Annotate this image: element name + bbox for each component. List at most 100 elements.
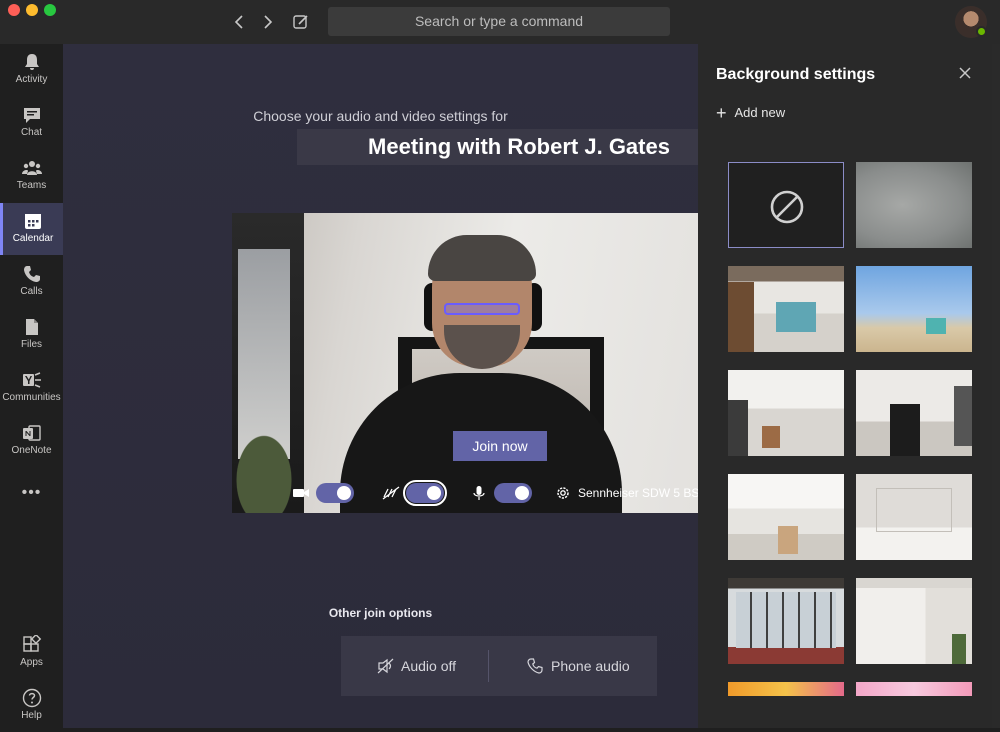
title-bar: Search or type a command bbox=[0, 0, 1000, 44]
rail-item-label: Help bbox=[21, 710, 42, 721]
window-minimize-button[interactable] bbox=[26, 4, 38, 16]
phone-audio-label: Phone audio bbox=[551, 658, 630, 674]
phone-audio-button[interactable]: Phone audio bbox=[527, 636, 630, 696]
background-blur-toggle[interactable] bbox=[403, 480, 447, 506]
rail-item-label: Apps bbox=[20, 657, 43, 668]
rail-item-label: Calls bbox=[20, 286, 43, 297]
yammer-icon bbox=[22, 372, 41, 388]
room-stairs bbox=[778, 526, 798, 554]
background-tile-loft-2[interactable] bbox=[856, 578, 972, 664]
microphone-icon bbox=[470, 485, 488, 501]
background-tile-white-room-4[interactable] bbox=[856, 474, 972, 560]
background-tile-white-room-3[interactable] bbox=[728, 474, 844, 560]
gear-icon[interactable] bbox=[554, 485, 572, 501]
background-tile-office[interactable] bbox=[728, 266, 844, 352]
add-new-label: Add new bbox=[734, 105, 786, 120]
loft-plant bbox=[952, 634, 966, 664]
presence-badge bbox=[976, 26, 987, 37]
file-icon bbox=[25, 319, 38, 335]
background-tile-beach[interactable] bbox=[856, 266, 972, 352]
teams-icon bbox=[21, 161, 42, 175]
office-lockers bbox=[776, 302, 816, 332]
chat-icon bbox=[23, 108, 40, 123]
chevron-left-icon bbox=[234, 15, 243, 29]
room-alcove bbox=[876, 488, 952, 532]
rail-item-calendar[interactable]: Calendar bbox=[0, 203, 63, 255]
bell-icon bbox=[24, 54, 39, 70]
phone-icon bbox=[23, 266, 40, 282]
office-door bbox=[728, 282, 754, 352]
rail-item-label: Activity bbox=[15, 74, 48, 85]
rail-item-files[interactable]: Files bbox=[0, 309, 63, 361]
background-settings-panel: Background settings + Add new bbox=[698, 44, 1000, 728]
rail-item-apps[interactable]: Apps bbox=[0, 627, 63, 679]
window-zoom-button[interactable] bbox=[44, 4, 56, 16]
microphone-toggle[interactable] bbox=[494, 483, 532, 503]
background-tile-balloons-2[interactable] bbox=[856, 682, 972, 696]
options-divider bbox=[488, 650, 489, 682]
beach-hut bbox=[926, 318, 946, 334]
background-tile-white-room-2[interactable] bbox=[856, 370, 972, 456]
rail-item-label: Communities bbox=[2, 392, 61, 403]
speaker-off-icon bbox=[377, 658, 394, 674]
video-preview: Join now Sennheiser SDW 5 BS - U bbox=[232, 213, 698, 513]
audio-device-label[interactable]: Sennheiser SDW 5 BS - U bbox=[578, 483, 698, 503]
panel-title: Background settings bbox=[716, 66, 876, 83]
background-tile-loft-1[interactable] bbox=[728, 578, 844, 664]
loft-ceiling bbox=[856, 578, 972, 588]
app-rail: Activity Chat Teams Calendar Calls Files… bbox=[0, 44, 63, 728]
meeting-title-box: Meeting with Robert J. Gates bbox=[297, 129, 698, 165]
forward-button[interactable] bbox=[258, 12, 276, 32]
background-tile-white-room-1[interactable] bbox=[728, 370, 844, 456]
prejoin-subtitle: Choose your audio and video settings for bbox=[253, 108, 508, 124]
background-tile-balloons-1[interactable] bbox=[728, 682, 844, 696]
help-icon bbox=[22, 688, 41, 708]
join-now-button[interactable]: Join now bbox=[453, 431, 547, 461]
loft-windows bbox=[736, 592, 836, 648]
close-icon bbox=[959, 67, 971, 79]
rail-item-label: Calendar bbox=[12, 233, 54, 244]
audio-off-label: Audio off bbox=[401, 658, 457, 674]
compose-icon bbox=[293, 15, 308, 29]
rail-item-activity[interactable]: Activity bbox=[0, 44, 63, 96]
preview-glasses bbox=[444, 303, 520, 315]
background-tile-none[interactable] bbox=[728, 162, 844, 248]
plus-icon: + bbox=[716, 103, 727, 123]
more-apps-button[interactable]: ••• bbox=[0, 478, 63, 508]
meeting-title: Meeting with Robert J. Gates bbox=[368, 134, 670, 159]
audio-off-button[interactable]: Audio off bbox=[377, 636, 456, 696]
close-panel-button[interactable] bbox=[956, 64, 974, 82]
background-blur-icon bbox=[382, 485, 400, 501]
rail-item-onenote[interactable]: OneNote bbox=[0, 415, 63, 467]
chevron-right-icon bbox=[264, 15, 273, 29]
rail-item-communities[interactable]: Communities bbox=[0, 362, 63, 414]
camera-toggle[interactable] bbox=[316, 483, 354, 503]
apps-icon bbox=[22, 635, 41, 652]
no-background-icon bbox=[770, 190, 804, 224]
add-new-background-button[interactable]: + Add new bbox=[716, 104, 785, 122]
rail-item-label: Files bbox=[20, 339, 43, 350]
rail-item-chat[interactable]: Chat bbox=[0, 97, 63, 149]
window-close-button[interactable] bbox=[8, 4, 20, 16]
room-mirror bbox=[890, 404, 920, 456]
panel-scrollbar[interactable] bbox=[992, 44, 1000, 728]
background-tile-blur[interactable] bbox=[856, 162, 972, 248]
rail-item-label: Teams bbox=[16, 180, 47, 191]
onenote-icon bbox=[22, 425, 41, 441]
preview-person-hair bbox=[428, 235, 536, 281]
rail-item-label: Chat bbox=[20, 127, 43, 138]
other-join-options-label: Other join options bbox=[328, 606, 433, 620]
calendar-icon bbox=[25, 214, 41, 229]
camera-icon bbox=[292, 485, 310, 501]
compose-button[interactable] bbox=[292, 12, 310, 32]
other-join-options: Audio off Phone audio bbox=[341, 636, 657, 696]
back-button[interactable] bbox=[231, 12, 249, 32]
rail-item-teams[interactable]: Teams bbox=[0, 150, 63, 202]
prejoin-screen: Choose your audio and video settings for… bbox=[63, 44, 698, 728]
search-input[interactable]: Search or type a command bbox=[328, 7, 670, 36]
room-door bbox=[762, 426, 780, 448]
rail-item-help[interactable]: Help bbox=[0, 680, 63, 732]
phone-icon bbox=[527, 658, 543, 674]
room-window bbox=[728, 400, 748, 456]
rail-item-calls[interactable]: Calls bbox=[0, 256, 63, 308]
